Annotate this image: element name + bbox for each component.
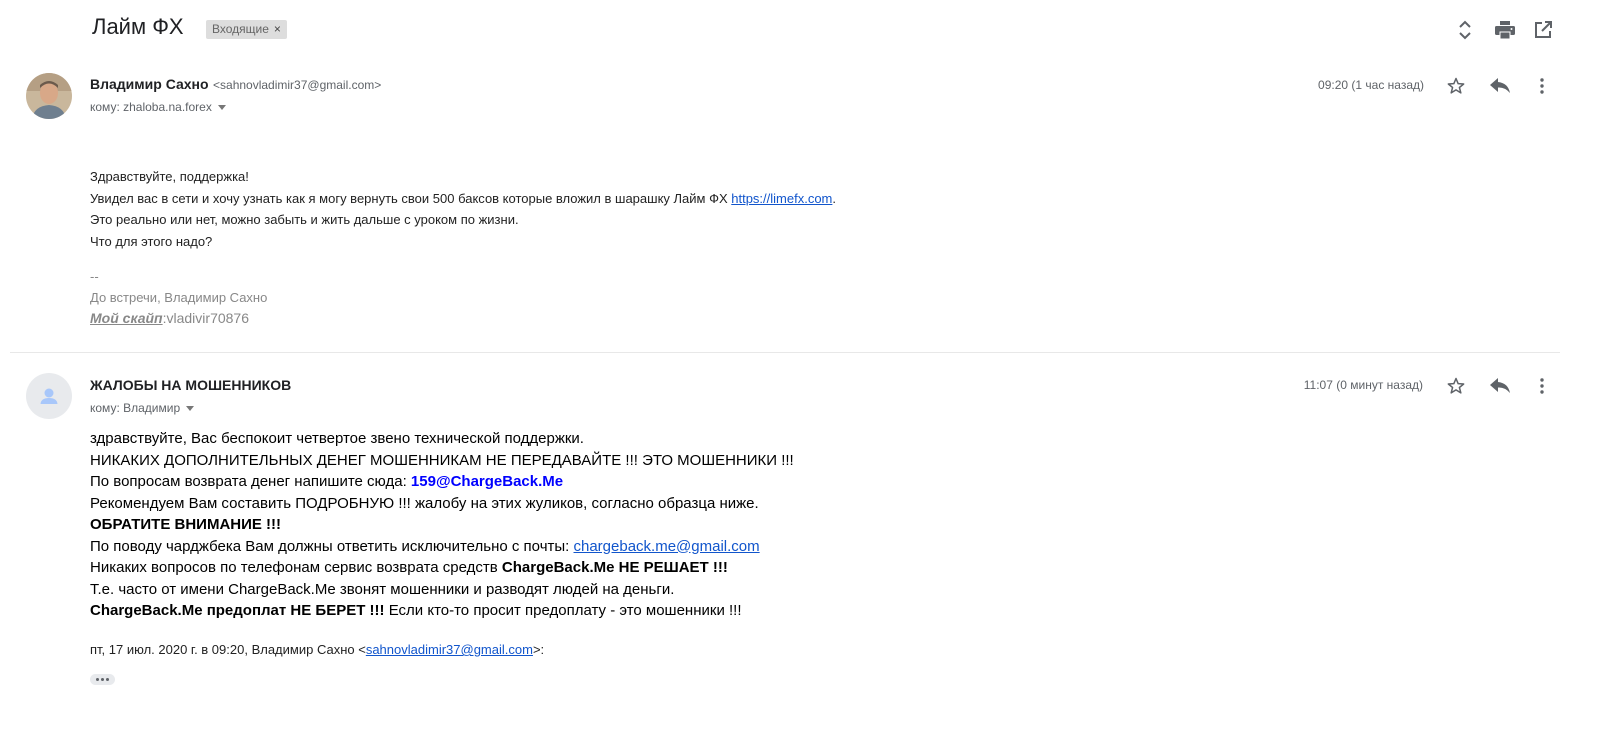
body-line: По вопросам возврата денег напишите сюда… xyxy=(90,471,794,493)
message2-sender: ЖАЛОБЫ НА МОШЕННИКОВ xyxy=(90,377,291,395)
recipient-details-dropdown-icon[interactable] xyxy=(217,105,226,111)
body-line: ChargeBack.Me предоплат НЕ БЕРЕТ !!! Есл… xyxy=(90,600,794,622)
message1-body: Здравствуйте, поддержка! Увидел вас в се… xyxy=(90,166,836,252)
quoted-header: пт, 17 июл. 2020 г. в 09:20, Владимир Са… xyxy=(90,642,544,657)
label-chip-text: Входящие xyxy=(212,22,269,36)
star-icon[interactable] xyxy=(1444,74,1468,98)
message-divider xyxy=(10,352,1560,353)
expand-collapse-icon[interactable] xyxy=(1453,18,1477,42)
signature: -- До встречи, Владимир Сахно Мой скайп:… xyxy=(90,266,267,329)
sender-avatar-photo[interactable] xyxy=(26,73,72,119)
skype-value: :vladivir70876 xyxy=(162,310,249,326)
sender-name[interactable]: Владимир Сахно xyxy=(90,76,209,92)
label-chip-inbox[interactable]: Входящие × xyxy=(206,20,287,39)
body-text: По вопросам возврата денег напишите сюда… xyxy=(90,473,411,490)
body-line: Увидел вас в сети и хочу узнать как я мо… xyxy=(90,188,836,210)
open-in-new-window-icon[interactable] xyxy=(1531,18,1555,42)
star-icon[interactable] xyxy=(1444,374,1468,398)
recipient-details-dropdown-icon[interactable] xyxy=(186,406,195,412)
quote-suffix: >: xyxy=(532,642,545,657)
reply-icon[interactable] xyxy=(1488,374,1512,398)
reply-icon[interactable] xyxy=(1488,74,1512,98)
message1-sender: Владимир Сахно <sahnovladimir37@gmail.co… xyxy=(90,76,381,94)
body-line: Никаких вопросов по телефонам сервис воз… xyxy=(90,557,794,579)
thread-subject: Лайм ФХ xyxy=(92,14,184,39)
signature-skype: Мой скайп:vladivir70876 xyxy=(90,308,267,329)
body-bold-text: ChargeBack.Me НЕ РЕШАЕТ !!! xyxy=(501,559,728,576)
body-bold-text: ChargeBack.Me предоплат НЕ БЕРЕТ !!! xyxy=(90,602,385,619)
quote-prefix: пт, 17 июл. 2020 г. в 09:20, Владимир Са… xyxy=(90,642,366,657)
body-line: Что для этого надо? xyxy=(90,233,213,249)
sender-avatar-placeholder[interactable] xyxy=(26,373,72,419)
dot xyxy=(96,678,99,681)
message2-recipients[interactable]: кому: Владимир xyxy=(90,401,195,415)
sender-email: <sahnovladimir37@gmail.com> xyxy=(213,78,382,92)
sender-name[interactable]: ЖАЛОБЫ НА МОШЕННИКОВ xyxy=(90,377,291,393)
quote-email-link[interactable]: sahnovladimir37@gmail.com xyxy=(366,642,533,657)
dot xyxy=(101,678,104,681)
more-options-icon[interactable] xyxy=(1530,374,1554,398)
chargeback-email[interactable]: 159@ChargeBack.Me xyxy=(411,473,563,490)
message2-time: 11:07 (0 минут назад) xyxy=(1303,378,1423,392)
body-line: Т.е. часто от имени ChargeBack.Me звонят… xyxy=(90,580,675,598)
signature-farewell: До встречи, Владимир Сахно xyxy=(90,290,268,305)
body-text: Если кто-то просит предоплату - это моше… xyxy=(384,602,742,619)
body-line: НИКАКИХ ДОПОЛНИТЕЛЬНЫХ ДЕНЕГ МОШЕННИКАМ … xyxy=(90,451,794,469)
body-text: Увидел вас в сети и хочу узнать как я мо… xyxy=(90,190,732,206)
dot xyxy=(106,678,109,681)
body-line: Рекомендуем Вам составить ПОДРОБНУЮ !!! … xyxy=(90,494,759,512)
message2-body: здравствуйте, Вас беспокоит четвертое зв… xyxy=(90,428,794,622)
body-line: По поводу чарджбека Вам должны ответить … xyxy=(90,536,794,558)
signature-dash: -- xyxy=(90,269,99,284)
label-remove-icon[interactable]: × xyxy=(274,22,281,36)
body-line: Здравствуйте, поддержка! xyxy=(90,169,249,184)
body-text: . xyxy=(832,190,837,206)
show-trimmed-content-button[interactable] xyxy=(90,674,115,685)
message1-recipients[interactable]: кому: zhaloba.na.forex xyxy=(90,100,226,114)
limefx-link[interactable]: https://limefx.com xyxy=(731,191,832,206)
more-options-icon[interactable] xyxy=(1530,74,1554,98)
chargeback-gmail-link[interactable]: chargeback.me@gmail.com xyxy=(574,538,760,555)
recipients-text: кому: zhaloba.na.forex xyxy=(90,100,212,114)
body-text: По поводу чарджбека Вам должны ответить … xyxy=(90,537,574,555)
body-line: здравствуйте, Вас беспокоит четвертое зв… xyxy=(90,430,584,447)
message1-time: 09:20 (1 час назад) xyxy=(1318,78,1424,92)
body-line: ОБРАТИТЕ ВНИМАНИЕ !!! xyxy=(90,516,282,533)
body-text: Никаких вопросов по телефонам сервис воз… xyxy=(90,559,502,576)
skype-label: Мой скайп xyxy=(90,310,163,326)
body-line: Это реально или нет, можно забыть и жить… xyxy=(90,212,519,227)
print-icon[interactable] xyxy=(1493,18,1517,42)
recipients-text: кому: Владимир xyxy=(90,401,181,415)
